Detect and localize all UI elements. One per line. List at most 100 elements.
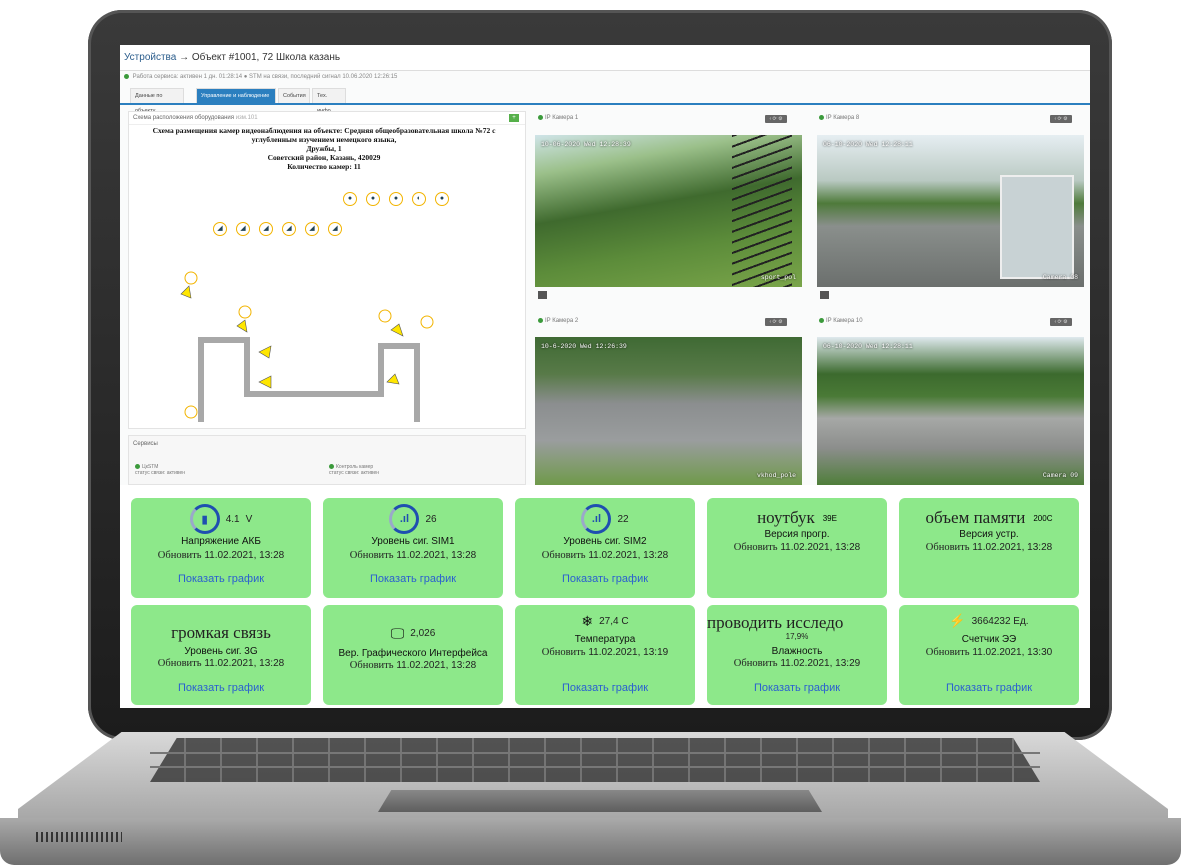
camera-status-dot-icon <box>819 115 824 120</box>
tab-tech-info[interactable]: Тех. инфо <box>312 88 346 114</box>
card-update-word[interactable]: Обновить <box>158 658 202 669</box>
card-update-word[interactable]: Обновить <box>542 647 586 658</box>
card-update-word[interactable]: Обновить <box>734 658 778 669</box>
camera-10-timestamp: 06-10-2020 Wed 12:28:11 <box>823 343 913 350</box>
card-update-word[interactable]: Обновить <box>350 660 394 671</box>
services-panel: Сервисы ЦкSTM статус связи: активен Конт… <box>128 435 526 485</box>
camera-fov <box>180 285 192 299</box>
scheme-title-line: Дружбы, 1 <box>306 144 342 153</box>
card-value: 26 <box>425 513 437 525</box>
card-update-word[interactable]: Обновить <box>542 550 586 561</box>
sensor-cards: ▮ 4.1 V Напряжение АКБ Обновить 11.02.202… <box>120 485 1090 708</box>
entrance-image <box>1000 175 1074 279</box>
tab-control[interactable]: Управление и наблюдение <box>196 88 276 103</box>
camera-1-timestamp: 10-06-2020 Wed 12:28:39 <box>541 141 631 148</box>
show-graph-link[interactable]: Показать график <box>899 682 1079 694</box>
card-date: 11.02.2021, 13:28 <box>396 660 477 671</box>
card-big-text: громкая связь <box>171 623 271 642</box>
camera-2-controls[interactable]: ‹ ⟳ ⚙ <box>765 318 787 326</box>
card-sup: 200C <box>1033 513 1053 523</box>
card-update: Обновить 11.02.2021, 13:28 <box>707 542 887 553</box>
equipment-icon[interactable]: ● <box>366 192 380 206</box>
show-graph-link[interactable]: Показать график <box>707 682 887 694</box>
card-date: 11.02.2021, 13:28 <box>204 550 285 561</box>
tab-object-data[interactable]: Данные по объекту <box>130 88 184 114</box>
card-update-word[interactable]: Обновить <box>158 550 202 561</box>
scheme-title-line: Количество камер: 11 <box>287 162 361 171</box>
show-graph-link[interactable]: Показать график <box>131 682 311 694</box>
card-humidity: проводить исследо 17,9% Влажность Обнови… <box>707 605 887 705</box>
camera-icon[interactable]: ◢ <box>236 222 250 236</box>
card-value: 3664232 Ед. <box>971 615 1029 627</box>
show-graph-link[interactable]: Показать график <box>131 573 311 585</box>
camera-1-toggle[interactable] <box>538 291 547 299</box>
camera-fov <box>258 375 272 389</box>
camera-10-controls[interactable]: ‹ ⟳ ⚙ <box>1050 318 1072 326</box>
add-button[interactable]: + <box>509 114 519 122</box>
camera-8-feed[interactable]: 06-10-2020 Wed 12:28:11 Camera 08 <box>817 135 1084 287</box>
camera-2-header: IP Камера 2 <box>538 318 578 324</box>
card-big-text: объем памяти <box>925 508 1026 527</box>
card-date: 11.02.2021, 13:28 <box>204 658 285 669</box>
breadcrumb: Устройства → Объект #1001, 72 Школа каза… <box>120 45 1090 71</box>
equipment-icon[interactable]: ◐ <box>412 192 426 206</box>
card-label: Уровень сиг. SIM2 <box>563 536 647 547</box>
scheme-title-line: Советский район, Казань, 420029 <box>267 153 381 162</box>
monitor-icon: 🖵 <box>390 625 405 641</box>
card-value: 2,026 <box>410 628 436 639</box>
scheme-camera-icon <box>238 305 252 319</box>
show-graph-link[interactable]: Показать график <box>515 682 695 694</box>
show-graph-link[interactable]: Показать график <box>323 573 503 585</box>
breadcrumb-devices-link[interactable]: Устройства <box>124 52 176 63</box>
camera-8-title: IP Камера 8 <box>826 115 860 122</box>
card-update-word[interactable]: Обновить <box>926 647 970 658</box>
scheme-title-line: углубленным изучением немецкого языка, <box>251 135 397 144</box>
card-date: 11.02.2021, 13:28 <box>588 550 669 561</box>
laptop-screen: Устройства → Объект #1001, 72 Школа каза… <box>120 45 1090 708</box>
camera-icon[interactable]: ◢ <box>328 222 342 236</box>
floor-plan <box>180 271 434 422</box>
camera-1-controls[interactable]: ‹ ⟳ ⚙ <box>765 115 787 123</box>
camera-icon[interactable]: ◢ <box>259 222 273 236</box>
equipment-row: ● ● ● ◐ ● <box>343 192 449 206</box>
camera-icon-row: ◢ ◢ ◢ ◢ ◢ ◢ <box>213 222 342 236</box>
card-update-word[interactable]: Обновить <box>926 542 970 553</box>
equipment-icon[interactable]: ● <box>343 192 357 206</box>
camera-icon[interactable]: ◢ <box>282 222 296 236</box>
card-update: Обновить 11.02.2021, 13:29 <box>707 658 887 669</box>
camera-1-feed[interactable]: 10-06-2020 Wed 12:28:39 sport_pol <box>535 135 802 287</box>
status-dot-icon <box>124 73 129 79</box>
card-date: 11.02.2021, 13:28 <box>780 542 861 553</box>
laptop-keyboard <box>150 738 1040 782</box>
camera-10-title: IP Камера 10 <box>826 318 863 325</box>
signal-icon: .ıl <box>581 504 612 534</box>
card-update: Обновить 11.02.2021, 13:28 <box>515 550 695 561</box>
tab-events[interactable]: События <box>278 88 310 103</box>
breadcrumb-arrow: → <box>179 52 190 63</box>
equipment-icon[interactable]: ● <box>389 192 403 206</box>
card-label: Версия прогр. <box>764 529 830 540</box>
card-label: Вер. Графического Интерфейса <box>338 648 488 659</box>
camera-icon[interactable]: ◢ <box>305 222 319 236</box>
camera-8-toggle[interactable] <box>820 291 829 299</box>
card-update: Обновить 11.02.2021, 13:28 <box>131 658 311 669</box>
camera-icon[interactable]: ◢ <box>213 222 227 236</box>
service-status-dot-icon <box>329 464 334 470</box>
show-graph-link[interactable]: Показать график <box>515 573 695 585</box>
card-update: Обновить 11.02.2021, 13:30 <box>899 647 1079 658</box>
card-date: 11.02.2021, 13:29 <box>780 658 861 669</box>
camera-2-feed[interactable]: 10-6-2020 Wed 12:26:39 vkhod_pole <box>535 337 802 485</box>
status-text: Работа сервиса: активен 1 дн. 01:28:14 ●… <box>132 74 398 80</box>
equipment-icon[interactable]: ● <box>435 192 449 206</box>
scheme-camera-icon <box>184 405 198 419</box>
card-sup: 39E <box>822 513 837 523</box>
camera-10-header: IP Камера 10 <box>819 318 863 324</box>
card-update-word[interactable]: Обновить <box>734 542 778 553</box>
card-label: Версия устр. <box>959 529 1019 540</box>
keyboard-row-divider <box>150 752 1040 754</box>
card-update-word[interactable]: Обновить <box>350 550 394 561</box>
card-big-text: ноутбук <box>757 508 815 527</box>
service-item: Контроль камер статус связи: активен <box>329 464 379 476</box>
camera-8-controls[interactable]: ‹ ⟳ ⚙ <box>1050 115 1072 123</box>
camera-10-feed[interactable]: 06-10-2020 Wed 12:28:11 Camera 09 <box>817 337 1084 485</box>
